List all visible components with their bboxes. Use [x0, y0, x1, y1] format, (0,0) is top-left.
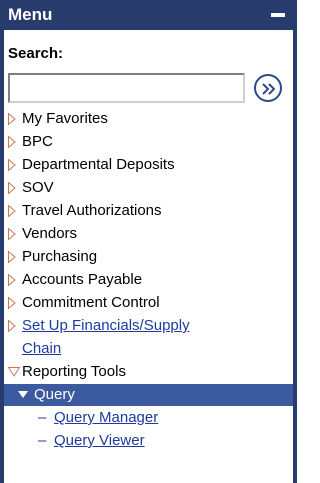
menu-item-label: Commitment Control: [22, 294, 160, 311]
triangle-right-icon: [8, 113, 16, 125]
submenu-item-label[interactable]: Query Manager: [54, 407, 158, 429]
menu-item-label: BPC: [22, 133, 53, 150]
triangle-right-icon: [8, 159, 16, 171]
search-go-button[interactable]: [254, 74, 282, 102]
menu-item-label: Reporting Tools: [22, 363, 126, 380]
search-label: Search:: [8, 45, 64, 62]
minus-icon: [271, 13, 285, 17]
menu-title: Menu: [8, 5, 53, 24]
menu-item-link-label[interactable]: Set Up Financials/Supply: [22, 315, 190, 337]
menu-item-label: Departmental Deposits: [22, 156, 175, 173]
menu-item-label: My Favorites: [22, 110, 108, 127]
triangle-right-icon: [8, 274, 16, 286]
dash-icon: –: [38, 409, 47, 426]
triangle-right-icon: [8, 182, 16, 194]
triangle-down-icon: [8, 367, 20, 377]
double-chevron-right-icon: [262, 83, 276, 95]
triangle-right-icon: [8, 251, 16, 263]
menu-item-label: Travel Authorizations: [22, 202, 162, 219]
triangle-right-icon: [8, 228, 16, 240]
minimize-button[interactable]: [269, 6, 287, 24]
triangle-right-icon: [8, 136, 16, 148]
menu-item-label: Vendors: [22, 225, 78, 242]
dash-icon: –: [38, 432, 47, 449]
menu-item-query-selected[interactable]: Query: [4, 384, 293, 406]
triangle-right-icon: [8, 297, 16, 309]
submenu-item-label[interactable]: Query Viewer: [54, 430, 145, 452]
menu-panel: Menu Search: My Favorites BPC Department…: [0, 0, 297, 483]
menu-item-label: Purchasing: [22, 248, 98, 265]
menu-header: Menu: [4, 0, 293, 30]
menu-item-label: Accounts Payable: [22, 271, 143, 288]
search-input[interactable]: [8, 73, 245, 103]
triangle-down-filled-icon: [18, 391, 28, 398]
triangle-right-icon: [8, 205, 16, 217]
menu-item-label: Query: [34, 386, 75, 403]
triangle-right-icon: [8, 320, 16, 332]
menu-item-label: SOV: [22, 179, 54, 196]
menu-item-link-label-continued[interactable]: Chain: [22, 338, 61, 360]
